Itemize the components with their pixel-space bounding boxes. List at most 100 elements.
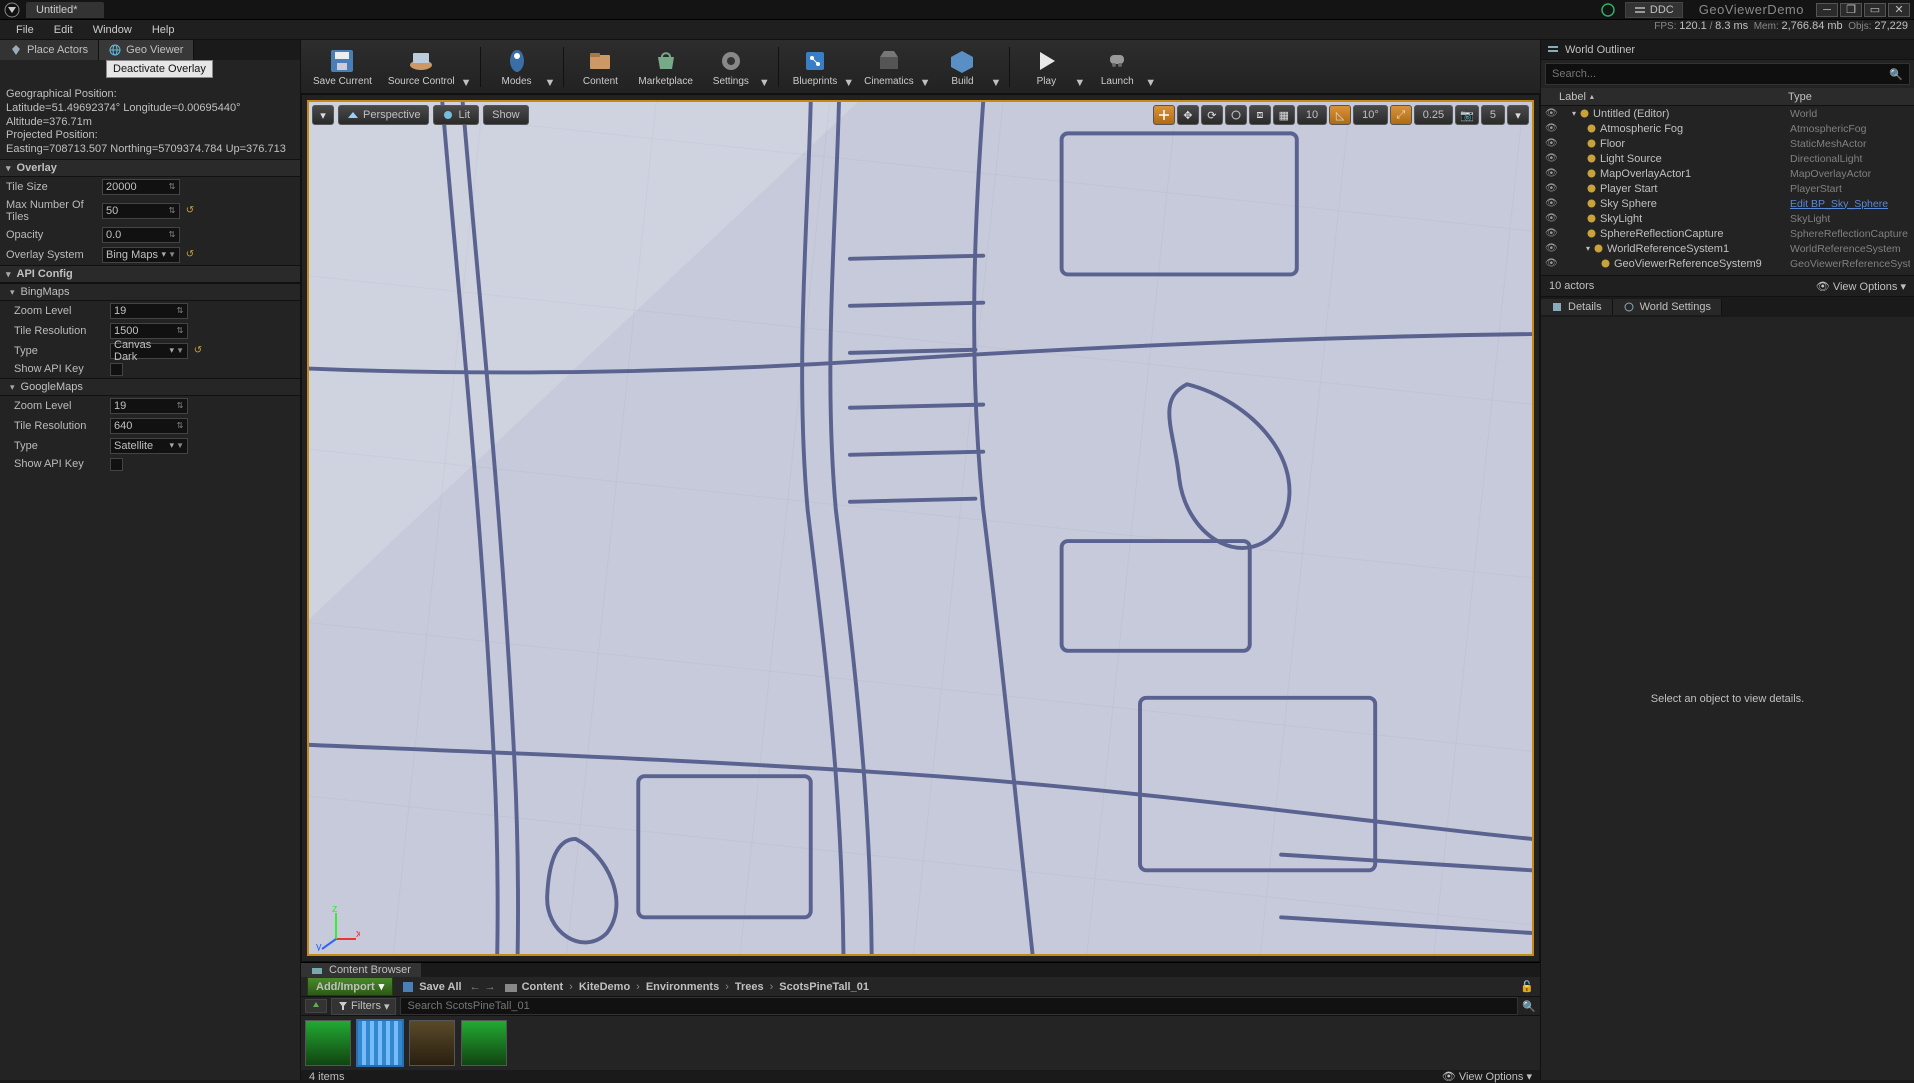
crumb-trees[interactable]: Trees xyxy=(735,981,764,993)
menu-file[interactable]: File xyxy=(6,22,44,38)
asset-thumbnail[interactable] xyxy=(461,1020,507,1066)
grid-snap-value[interactable]: 10 xyxy=(1297,105,1327,125)
visibility-toggle[interactable]: 👁 xyxy=(1545,213,1559,224)
bing-showapi-checkbox[interactable] xyxy=(110,363,123,376)
launch-button[interactable]: Launch xyxy=(1089,44,1145,89)
window-minimize-button[interactable]: ─ xyxy=(1816,3,1838,17)
source-control-button[interactable]: Source Control xyxy=(382,44,461,89)
outliner-row[interactable]: 👁Sky SphereEdit BP_Sky_Sphere xyxy=(1541,196,1914,211)
dropdown-arrow-icon[interactable]: ▼ xyxy=(920,77,931,89)
visibility-toggle[interactable]: 👁 xyxy=(1545,228,1559,239)
sources-toggle[interactable] xyxy=(305,999,327,1013)
section-api-config[interactable]: API Config xyxy=(0,265,300,283)
max-tiles-input[interactable]: 50⇅ xyxy=(102,203,180,219)
outliner-row[interactable]: 👁GeoViewerReferenceSystem9GeoViewerRefer… xyxy=(1541,256,1914,271)
tab-place-actors[interactable]: Place Actors xyxy=(0,40,99,60)
camera-speed-value[interactable]: 5 xyxy=(1481,105,1505,125)
outliner-row[interactable]: 👁SphereReflectionCaptureSphereReflection… xyxy=(1541,226,1914,241)
play-button[interactable]: Play xyxy=(1018,44,1074,89)
scale-snap-button[interactable]: ⤢ xyxy=(1390,105,1412,125)
outliner-row[interactable]: 👁MapOverlayActor1MapOverlayActor xyxy=(1541,166,1914,181)
visibility-toggle[interactable]: 👁 xyxy=(1545,258,1559,269)
compile-status-icon[interactable] xyxy=(1597,2,1619,18)
tile-size-input[interactable]: 20000⇅ xyxy=(102,179,180,195)
save-current-button[interactable]: Save Current xyxy=(307,44,378,89)
tab-world-settings[interactable]: World Settings xyxy=(1613,299,1722,315)
visibility-toggle[interactable]: 👁 xyxy=(1545,153,1559,164)
section-overlay[interactable]: Overlay xyxy=(0,159,300,177)
outliner-search[interactable]: 🔍 xyxy=(1545,63,1910,85)
tab-content-browser[interactable]: Content Browser xyxy=(301,963,421,977)
outliner-row[interactable]: 👁▾WorldReferenceSystem1WorldReferenceSys… xyxy=(1541,241,1914,256)
crumb-content[interactable]: Content xyxy=(522,981,564,993)
tab-details[interactable]: Details xyxy=(1541,299,1613,315)
reset-icon[interactable]: ↺ xyxy=(184,205,196,217)
translate-button[interactable]: ✥ xyxy=(1177,105,1199,125)
crumb-kitedemo[interactable]: KiteDemo xyxy=(579,981,630,993)
visibility-toggle[interactable]: 👁 xyxy=(1545,138,1559,149)
nav-back-button[interactable]: ← xyxy=(470,981,481,993)
asset-thumbnail[interactable] xyxy=(305,1020,351,1066)
dropdown-arrow-icon[interactable]: ▼ xyxy=(759,77,770,89)
cb-lock-button[interactable]: 🔓 xyxy=(1520,980,1534,993)
nav-fwd-button[interactable]: → xyxy=(485,981,496,993)
modes-button[interactable]: Modes xyxy=(489,44,545,89)
bing-zoom-input[interactable]: 19⇅ xyxy=(110,303,188,319)
outliner-row[interactable]: 👁Player StartPlayerStart xyxy=(1541,181,1914,196)
cb-search-input[interactable] xyxy=(400,997,1518,1015)
outliner-search-input[interactable] xyxy=(1546,68,1883,80)
outliner-row[interactable]: 👁Atmospheric FogAtmosphericFog xyxy=(1541,121,1914,136)
outliner-row[interactable]: 👁▾Untitled (Editor)World xyxy=(1541,106,1914,121)
lit-button[interactable]: Lit xyxy=(433,105,479,125)
outliner-list[interactable]: 👁▾Untitled (Editor)World👁Atmospheric Fog… xyxy=(1541,106,1914,271)
google-tileres-input[interactable]: 640⇅ xyxy=(110,418,188,434)
rotate-button[interactable]: ⟳ xyxy=(1201,105,1223,125)
col-type[interactable]: Type xyxy=(1788,91,1908,103)
google-zoom-input[interactable]: 19⇅ xyxy=(110,398,188,414)
asset-thumbnail[interactable] xyxy=(357,1020,403,1066)
reset-icon[interactable]: ↺ xyxy=(184,249,196,261)
cb-view-options[interactable]: 👁 View Options ▾ xyxy=(1442,1070,1532,1083)
level-viewport[interactable]: ▾ Perspective Lit Show ✥ ⟳ ⧈ ▦ 10 ◺ 10° … xyxy=(301,94,1540,962)
dropdown-arrow-icon[interactable]: ▼ xyxy=(843,77,854,89)
google-type-dropdown[interactable]: Satellite▼ xyxy=(110,438,188,454)
window-close-button[interactable]: ✕ xyxy=(1888,3,1910,17)
add-import-button[interactable]: Add/Import ▾ xyxy=(307,977,393,996)
save-all-button[interactable]: Save All xyxy=(401,980,461,994)
menu-edit[interactable]: Edit xyxy=(44,22,83,38)
tab-geo-viewer[interactable]: Geo Viewer xyxy=(99,40,194,60)
section-bingmaps[interactable]: BingMaps xyxy=(0,283,300,301)
filters-button[interactable]: Filters▾ xyxy=(331,998,396,1015)
asset-thumbnail[interactable] xyxy=(409,1020,455,1066)
maximize-viewport-button[interactable]: ▾ xyxy=(1507,105,1529,125)
google-showapi-checkbox[interactable] xyxy=(110,458,123,471)
expand-icon[interactable]: ▾ xyxy=(1572,109,1576,118)
dropdown-arrow-icon[interactable]: ▼ xyxy=(545,77,556,89)
visibility-toggle[interactable]: 👁 xyxy=(1545,198,1559,209)
dropdown-arrow-icon[interactable]: ▼ xyxy=(1074,77,1085,89)
visibility-toggle[interactable]: 👁 xyxy=(1545,243,1559,254)
menu-window[interactable]: Window xyxy=(83,22,142,38)
visibility-toggle[interactable]: 👁 xyxy=(1545,108,1559,119)
dropdown-arrow-icon[interactable]: ▼ xyxy=(461,77,472,89)
crumb-scotspine[interactable]: ScotsPineTall_01 xyxy=(779,981,869,993)
viewport-options-button[interactable]: ▾ xyxy=(312,105,334,125)
surface-snap-button[interactable]: ⧈ xyxy=(1249,105,1271,125)
visibility-toggle[interactable]: 👁 xyxy=(1545,168,1559,179)
cinematics-button[interactable]: Cinematics xyxy=(858,44,919,89)
bing-type-dropdown[interactable]: Canvas Dark▼ xyxy=(110,343,188,359)
show-button[interactable]: Show xyxy=(483,105,529,125)
settings-button[interactable]: Settings xyxy=(703,44,759,89)
scale-snap-value[interactable]: 0.25 xyxy=(1414,105,1453,125)
menu-help[interactable]: Help xyxy=(142,22,185,38)
outliner-row[interactable]: 👁Light SourceDirectionalLight xyxy=(1541,151,1914,166)
dropdown-arrow-icon[interactable]: ▼ xyxy=(1145,77,1156,89)
perspective-button[interactable]: Perspective xyxy=(338,105,429,125)
col-label[interactable]: Label▴ xyxy=(1547,91,1788,103)
ddc-button[interactable]: DDC xyxy=(1625,2,1683,18)
visibility-toggle[interactable]: 👁 xyxy=(1545,183,1559,194)
outliner-row[interactable]: 👁SkyLightSkyLight xyxy=(1541,211,1914,226)
cb-assets-area[interactable] xyxy=(301,1016,1540,1070)
expand-icon[interactable]: ▾ xyxy=(1586,244,1590,253)
window-restore-button[interactable]: ❐ xyxy=(1840,3,1862,17)
